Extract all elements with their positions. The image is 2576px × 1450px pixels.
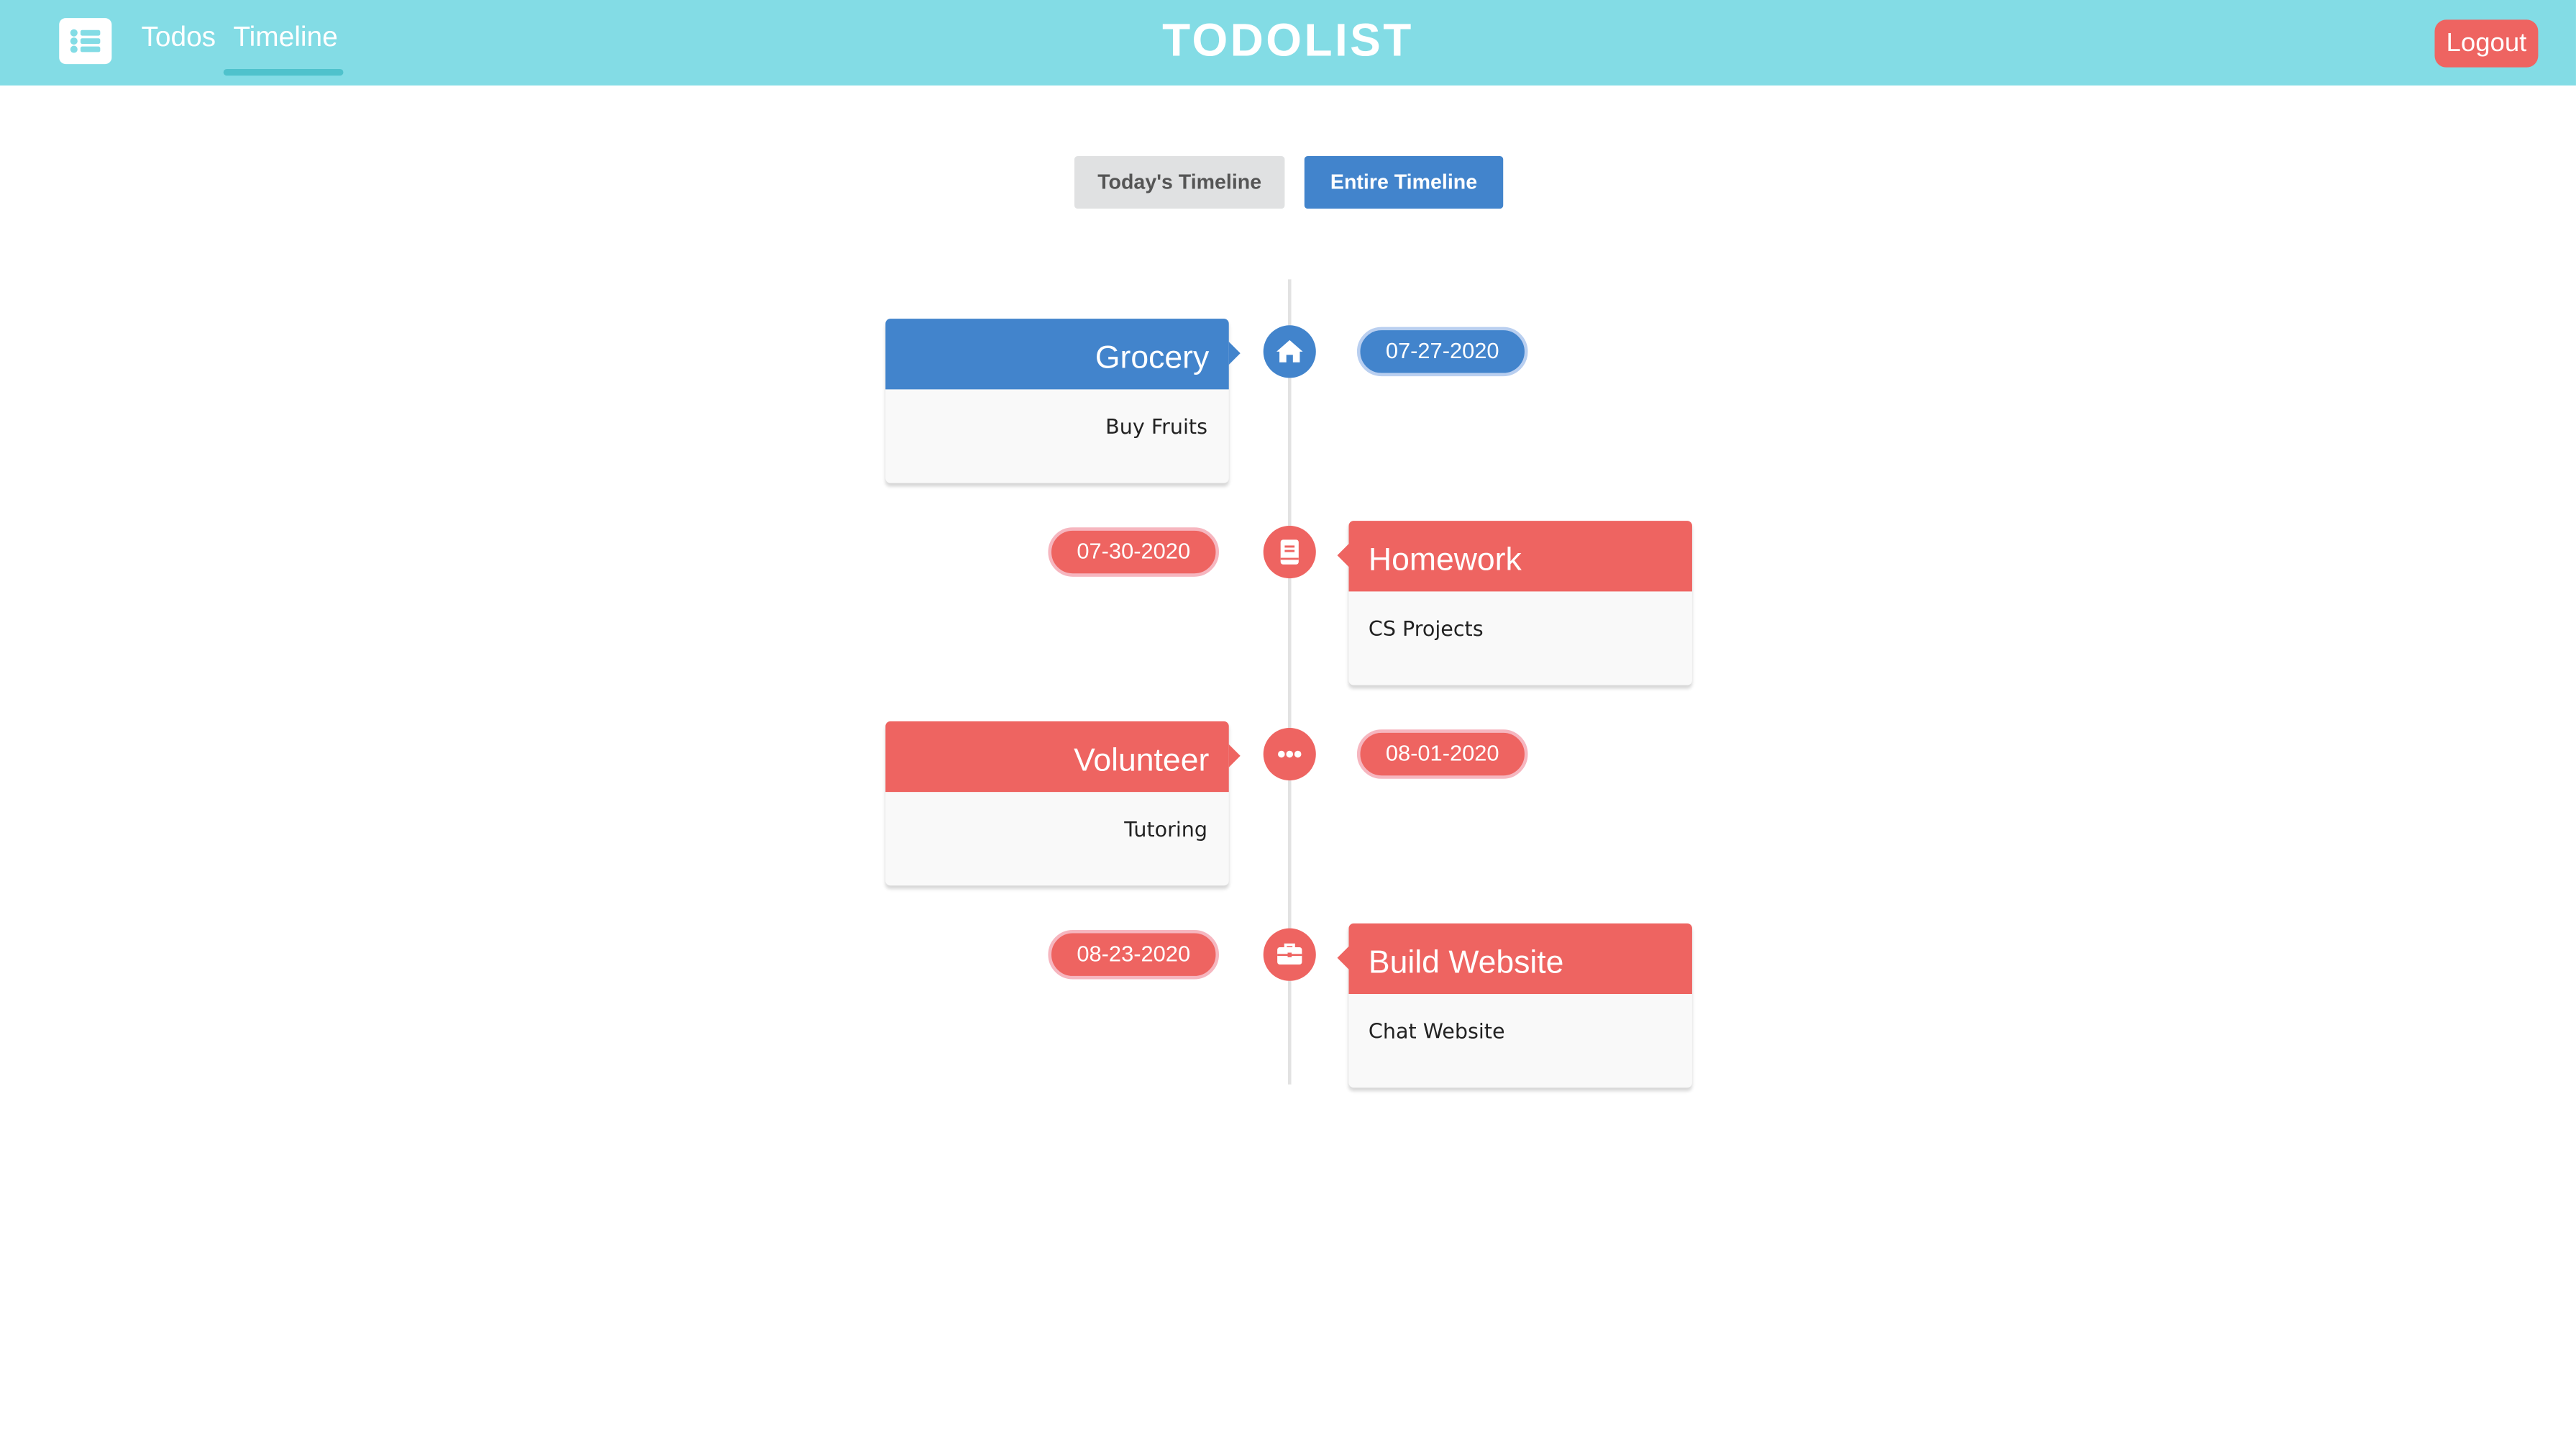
date-badge: 08-23-2020: [1048, 929, 1220, 980]
card-title: Build Website: [1337, 923, 1692, 995]
todays-timeline-button[interactable]: Today's Timeline: [1074, 156, 1285, 209]
active-nav-indicator: [223, 68, 344, 76]
card-description: Tutoring: [1124, 816, 1208, 842]
timeline-card-homework[interactable]: Homework CS Projects: [1337, 521, 1692, 685]
date-badge: 08-01-2020: [1356, 729, 1528, 779]
briefcase-icon: [1263, 928, 1316, 981]
card-title: Grocery: [885, 319, 1241, 390]
home-icon: [1263, 325, 1316, 378]
card-title: Volunteer: [885, 721, 1241, 793]
book-icon: [1263, 526, 1316, 579]
card-description: Chat Website: [1368, 1018, 1505, 1044]
timeline-card-build-website[interactable]: Build Website Chat Website: [1337, 923, 1692, 1088]
page: Todos Timeline TODOLIST Logout Today's T…: [0, 0, 2576, 1449]
timeline-card-volunteer[interactable]: Volunteer Tutoring: [885, 721, 1241, 886]
app-title: TODOLIST: [1162, 14, 1414, 66]
entire-timeline-button[interactable]: Entire Timeline: [1304, 156, 1504, 209]
date-badge: 07-27-2020: [1356, 327, 1528, 377]
card-description: Buy Fruits: [1105, 414, 1208, 439]
logout-button[interactable]: Logout: [2434, 19, 2539, 68]
timeline-card-grocery[interactable]: Grocery Buy Fruits: [885, 319, 1241, 483]
date-badge: 07-30-2020: [1048, 527, 1220, 577]
card-title: Homework: [1337, 521, 1692, 592]
ellipsis-icon: [1263, 727, 1316, 781]
top-navbar: Todos Timeline TODOLIST Logout: [0, 0, 2576, 86]
card-description: CS Projects: [1368, 616, 1484, 641]
